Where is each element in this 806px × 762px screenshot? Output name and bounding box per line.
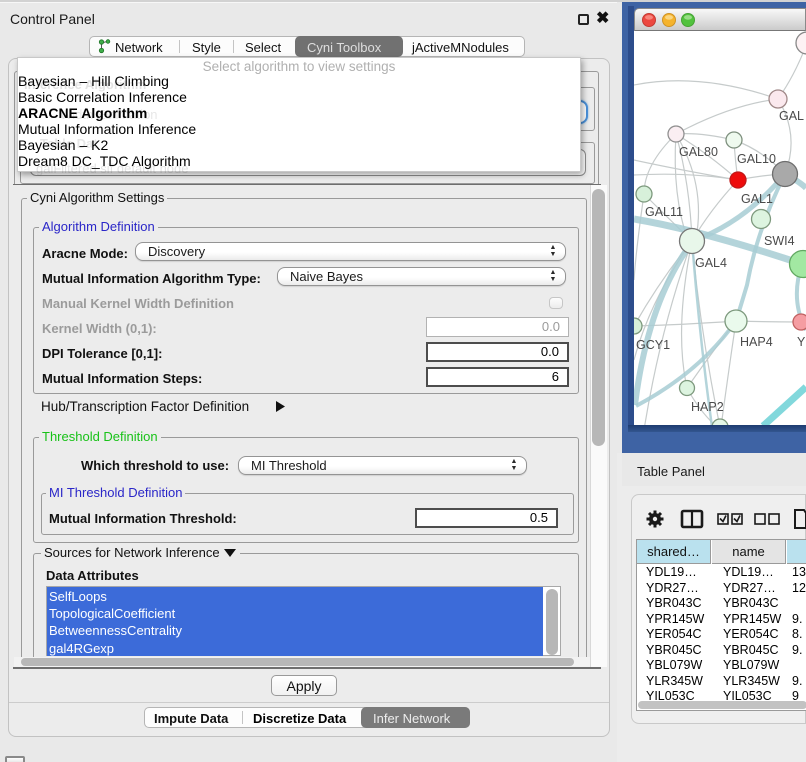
svg-text:GCY1: GCY1 xyxy=(636,338,670,352)
svg-text:GAL11: GAL11 xyxy=(645,205,683,219)
svg-text:GAL: GAL xyxy=(779,109,804,123)
svg-text:GAL80: GAL80 xyxy=(679,145,718,159)
svg-text:HAP4: HAP4 xyxy=(740,335,773,349)
svg-text:HAP2: HAP2 xyxy=(691,400,724,414)
svg-text:SWI4: SWI4 xyxy=(764,234,795,248)
svg-text:Y: Y xyxy=(797,335,806,349)
svg-text:GAL10: GAL10 xyxy=(737,152,776,166)
svg-text:GAL1: GAL1 xyxy=(741,192,773,206)
svg-text:GAL4: GAL4 xyxy=(695,256,727,270)
